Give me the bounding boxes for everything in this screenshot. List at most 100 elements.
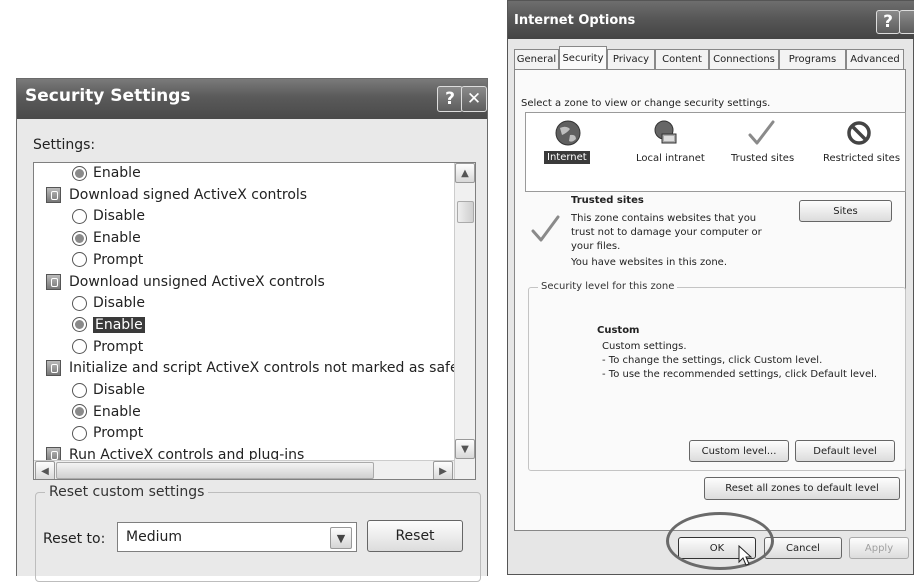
trusted-checkmark-icon [531,215,560,242]
zone-description-line: This zone contains websites that you [571,213,757,224]
zone-list[interactable]: Internet Local intranet Trusted sites Re… [525,112,906,192]
setting-label: Disable [93,382,145,398]
tab-privacy[interactable]: Privacy [607,49,655,69]
setting-label: Prompt [93,425,144,442]
setting-label: Download signed ActiveX controls [69,186,308,203]
setting-label: Prompt [93,251,144,268]
radio-unchecked-icon[interactable] [72,339,87,355]
cancel-button[interactable]: Cancel [764,537,842,559]
setting-label: Enable [93,165,141,181]
scroll-left-arrow-icon[interactable]: ◀ [35,461,55,479]
setting-header: Download signed ActiveX controls [46,186,308,203]
settings-label: Settings: [33,137,96,153]
globe-icon [555,120,581,146]
scroll-down-arrow-icon[interactable]: ▼ [455,439,475,459]
zone-label: Restricted sites [823,153,901,164]
title-bar[interactable]: Security Settings ? ✕ [17,79,487,119]
tab-programs[interactable]: Programs [779,49,846,69]
window-title: Security Settings [25,86,191,106]
radio-option[interactable]: Enable [72,316,145,333]
zone-label: Trusted sites [731,153,795,164]
scroll-up-arrow-icon[interactable]: ▲ [455,163,475,183]
radio-unchecked-icon[interactable] [72,295,87,311]
reset-level-dropdown[interactable]: Medium ▼ [117,522,357,552]
security-level-label: Security level for this zone [538,281,678,292]
tab-content[interactable]: Content [655,49,709,69]
setting-header: Initialize and script ActiveX controls n… [46,360,459,377]
radio-option[interactable]: Prompt [72,425,143,441]
radio-option[interactable]: Disable [72,295,145,311]
radio-checked-icon[interactable] [72,230,87,246]
zone-trusted-sites[interactable]: Trusted sites [719,119,799,169]
security-level-title: Custom [597,325,640,336]
radio-unchecked-icon[interactable] [72,382,87,398]
setting-category-icon [46,273,61,290]
radio-option[interactable]: Enable [72,165,141,181]
tab-security[interactable]: Security [559,46,607,70]
radio-option[interactable]: Prompt [72,339,143,355]
radio-checked-icon[interactable] [72,404,87,420]
setting-label: Enable [93,403,141,420]
checkmark-icon [748,120,775,145]
tab-connections[interactable]: Connections [709,49,779,69]
internet-options-window: Internet Options ? General Security Privac… [507,0,914,575]
window-title: Internet Options [514,13,636,28]
scroll-right-arrow-icon[interactable]: ▶ [433,461,453,479]
radio-option[interactable]: Disable [72,208,145,224]
setting-label: Disable [93,208,145,225]
apply-button[interactable]: Apply [849,537,909,559]
radio-unchecked-icon[interactable] [72,252,87,268]
chevron-down-icon[interactable]: ▼ [330,527,352,549]
zone-description-line: trust not to damage your computer or [571,227,762,238]
radio-option[interactable]: Enable [72,230,141,246]
radio-option[interactable]: Disable [72,382,145,398]
close-button[interactable] [899,10,914,34]
setting-label: Disable [93,295,145,312]
zone-local-intranet[interactable]: Local intranet [624,119,705,169]
setting-label: Initialize and script ActiveX controls n… [69,360,459,377]
highlight-circle [666,512,774,570]
tab-general[interactable]: General [514,49,559,69]
vertical-scrollbar[interactable]: ▲ ▼ [454,163,475,479]
security-level-line: Custom settings. [602,341,687,352]
intranet-icon [654,120,677,144]
radio-unchecked-icon[interactable] [72,425,87,441]
reset-group-label: Reset custom settings [45,484,209,500]
security-level-line: - To use the recommended settings, click… [602,369,878,380]
radio-unchecked-icon[interactable] [72,208,87,224]
reset-level-value: Medium [126,529,182,545]
radio-checked-icon[interactable] [72,165,87,181]
reset-button[interactable]: Reset [367,520,463,552]
setting-category-icon [46,186,61,203]
title-bar[interactable]: Internet Options ? [508,1,914,39]
reset-all-zones-button[interactable]: Reset all zones to default level [704,477,900,500]
help-button[interactable]: ? [876,10,900,34]
zone-restricted-sites[interactable]: Restricted sites [821,119,903,169]
setting-label: Prompt [93,338,144,355]
horizontal-scrollbar[interactable]: ◀ ▶ [34,460,454,479]
setting-category-icon [46,360,61,377]
zone-internet[interactable]: Internet [538,119,598,169]
sites-button[interactable]: Sites [799,200,892,222]
setting-label: Enable [93,230,141,247]
restricted-icon [847,121,871,145]
default-level-button[interactable]: Default level [795,440,895,462]
zone-heading: Trusted sites [571,195,644,206]
setting-label: Download unsigned ActiveX controls [69,273,325,290]
setting-label: Enable [93,316,145,333]
custom-level-button[interactable]: Custom level... [689,440,789,462]
vertical-scroll-thumb[interactable] [457,201,474,223]
zone-description-line: your files. [571,241,621,252]
radio-option[interactable]: Enable [72,404,141,420]
tab-advanced[interactable]: Advanced [846,49,904,69]
mouse-cursor-icon [738,545,753,566]
settings-listbox[interactable]: Enable Download signed ActiveX controls Di… [33,162,476,480]
close-button[interactable]: ✕ [461,86,487,112]
radio-option[interactable]: Prompt [72,252,143,268]
zone-label: Internet [544,151,590,164]
help-button[interactable]: ? [437,86,463,112]
reset-to-label: Reset to: [43,531,106,547]
horizontal-scroll-thumb[interactable] [56,462,374,479]
setting-header: Download unsigned ActiveX controls [46,273,325,290]
radio-checked-icon[interactable] [72,317,87,333]
